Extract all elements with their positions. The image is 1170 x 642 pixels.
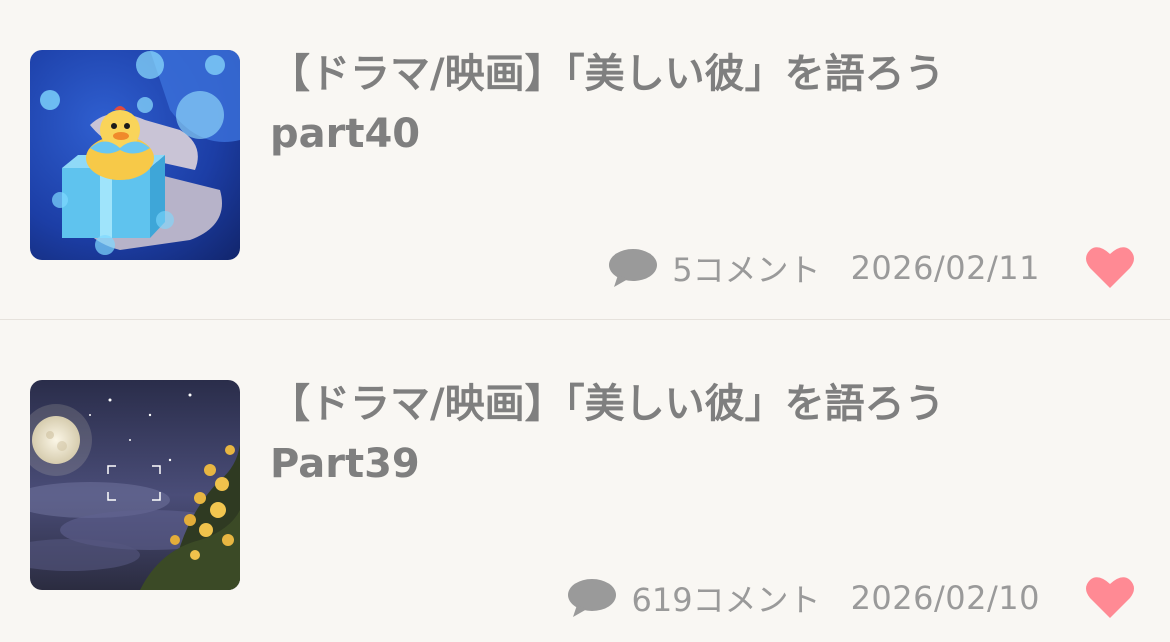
heart-icon[interactable]: [1084, 574, 1136, 620]
moon-night-image: [30, 380, 240, 590]
thread-meta: 5コメント 2026/02/11: [608, 246, 1040, 290]
thread-item[interactable]: 【ドラマ/映画】「美しい彼」を語ろう part40 5コメント 2026/02/…: [0, 0, 1170, 320]
speech-bubble-icon: [567, 577, 617, 619]
comment-count: 5コメント: [672, 251, 821, 289]
speech-bubble-icon: [608, 247, 658, 289]
thread-thumbnail-moon-night: [30, 380, 240, 590]
post-date: 2026/02/10: [850, 579, 1040, 617]
thread-item[interactable]: 【ドラマ/映画】「美しい彼」を語ろう Part39 619コメント 2026/0…: [0, 320, 1170, 642]
heart-icon[interactable]: [1084, 244, 1136, 290]
thread-thumbnail-duck-gift: [30, 50, 240, 260]
duck-gift-image: [30, 50, 240, 260]
post-date: 2026/02/11: [850, 249, 1040, 287]
thread-list: 【ドラマ/映画】「美しい彼」を語ろう part40 5コメント 2026/02/…: [0, 0, 1170, 642]
thread-meta: 619コメント 2026/02/10: [567, 576, 1040, 620]
thread-title-line1: 【ドラマ/映画】「美しい彼」を語ろう: [270, 381, 945, 427]
thread-title[interactable]: 【ドラマ/映画】「美しい彼」を語ろう Part39: [270, 374, 1110, 494]
comment-count: 619コメント: [631, 581, 821, 619]
thread-title-line2: Part39: [270, 441, 420, 487]
thread-title[interactable]: 【ドラマ/映画】「美しい彼」を語ろう part40: [270, 44, 1110, 164]
thread-title-line2: part40: [270, 111, 421, 157]
thread-title-line1: 【ドラマ/映画】「美しい彼」を語ろう: [270, 51, 945, 97]
